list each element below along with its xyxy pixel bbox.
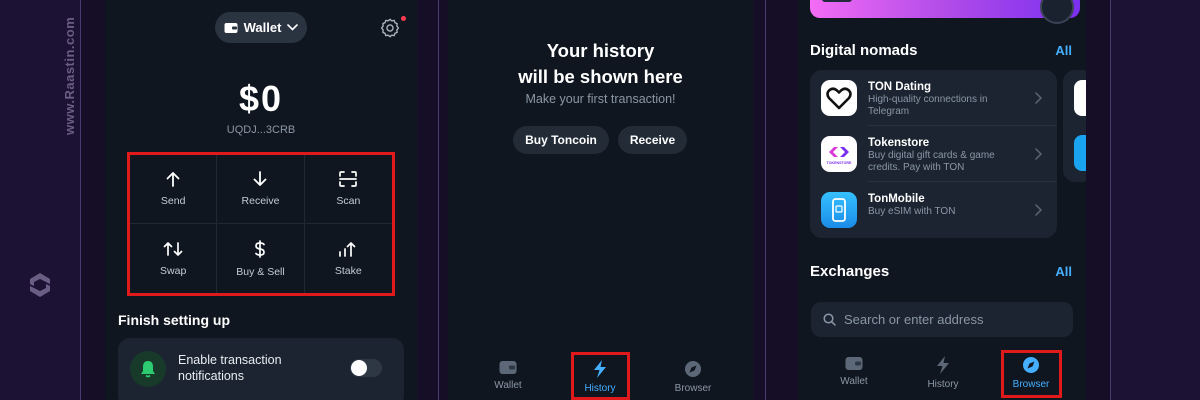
all-link-digital-nomads[interactable]: All <box>1055 43 1072 58</box>
arrow-up-icon <box>166 172 180 187</box>
scan-icon <box>339 171 358 187</box>
balance: $0 <box>238 78 284 119</box>
stake-label: Stake <box>334 264 362 277</box>
notification-toggle[interactable] <box>350 359 382 377</box>
divider-line <box>80 0 81 400</box>
notification-dot <box>401 16 406 21</box>
buy-toncoin-button[interactable]: Buy Toncoin <box>513 126 609 154</box>
browser-tab-highlight <box>1001 350 1062 398</box>
dollar-icon <box>255 239 266 258</box>
send-label: Send <box>160 195 186 207</box>
wallet-icon <box>845 357 863 370</box>
wallet-address[interactable]: UQDJ...3CRB <box>105 124 417 136</box>
section-title-exchanges: Exchanges <box>810 263 890 280</box>
chevron-down-icon <box>287 24 299 31</box>
chevron-right-icon <box>1035 92 1042 104</box>
tab-wallet[interactable]: Wallet <box>491 360 525 391</box>
chevron-right-icon <box>1035 204 1042 216</box>
stake-button[interactable]: Stake <box>305 224 392 293</box>
scan-label: Scan <box>336 195 361 207</box>
tab-browser[interactable]: Browser <box>672 360 714 394</box>
app-row-ton-dating[interactable]: TON Dating High-quality connections in T… <box>810 70 1057 126</box>
app-icon-partial <box>1074 135 1086 171</box>
tab-browser-label: Browser <box>674 383 712 394</box>
stake-icon <box>339 241 356 257</box>
swap-button[interactable]: Swap <box>130 224 218 293</box>
history-screen: Your history will be shown here Make you… <box>448 0 753 400</box>
app-row-tonmobile[interactable]: TonMobile Buy eSIM with TON <box>810 182 1057 238</box>
divider-line <box>1110 0 1111 400</box>
send-button[interactable]: Send <box>130 155 218 224</box>
buy-sell-label: Buy & Sell <box>236 265 285 278</box>
scan-button[interactable]: Scan <box>304 155 392 224</box>
bell-icon-container <box>130 351 166 387</box>
tab-wallet-label: Wallet <box>494 380 522 391</box>
swap-label: Swap <box>160 264 187 277</box>
wallet-icon <box>224 22 238 33</box>
history-tab-highlight <box>571 352 630 400</box>
bell-icon <box>141 361 155 378</box>
chevron-right-icon <box>1035 148 1042 160</box>
banner-coin-icon <box>1040 0 1074 24</box>
buy-sell-button[interactable]: Buy & Sell <box>217 224 305 293</box>
arrow-down-icon <box>254 171 267 186</box>
raastin-logo-icon <box>30 273 50 297</box>
watermark: www.Raastin.com <box>22 17 77 310</box>
wallet-selector-label: Wallet <box>243 20 282 35</box>
history-subtitle: Make your first transaction! <box>525 92 676 106</box>
section-title-digital-nomads: Digital nomads <box>810 42 918 59</box>
actions-highlight: Send Receive Scan Swap Buy & Sell Stake <box>127 152 395 296</box>
app-description: High-quality connections in Telegram <box>868 94 988 117</box>
lightning-icon <box>937 356 949 374</box>
tab-history[interactable]: History <box>925 356 961 390</box>
app-description: Buy digital gift cards & game credits. P… <box>868 150 995 173</box>
phone-icon <box>821 192 857 228</box>
wallet-icon <box>499 361 517 374</box>
watermark-text: www.Raastin.com <box>62 16 77 135</box>
tokenstore-logo-icon: TOKENSTORE <box>821 136 857 172</box>
heart-icon <box>821 80 857 116</box>
divider-line <box>765 0 766 400</box>
tab-history-label: History <box>927 379 959 390</box>
compass-icon <box>685 361 701 377</box>
search-placeholder: Search or enter address <box>844 312 984 327</box>
tab-wallet[interactable]: Wallet <box>837 356 871 387</box>
app-name: TonMobile <box>868 193 925 205</box>
history-title-line2: will be shown here <box>518 66 683 87</box>
notification-setting-card: Enable transaction notifications <box>118 338 404 400</box>
search-icon <box>823 313 836 326</box>
apps-list: TON Dating High-quality connections in T… <box>810 70 1057 238</box>
tab-wallet-label: Wallet <box>840 376 868 387</box>
gear-icon[interactable] <box>379 17 401 39</box>
banner-thumbnail <box>822 0 852 2</box>
app-name: Tokenstore <box>868 137 930 149</box>
swap-icon <box>163 241 183 256</box>
wallet-screen: Wallet $0 UQDJ...3CRB Send Receive Scan … <box>105 0 417 400</box>
app-icon-partial <box>1074 80 1086 116</box>
receive-button[interactable]: Receive <box>618 126 687 154</box>
wallet-selector[interactable]: Wallet <box>215 12 307 43</box>
tokenstore-logo-text: TOKENSTORE <box>827 161 852 165</box>
history-empty-title: Your history will be shown here <box>448 38 753 90</box>
receive-label: Receive <box>241 195 280 207</box>
search-input[interactable]: Search or enter address <box>811 302 1073 337</box>
notification-label: Enable transaction notifications <box>178 353 282 383</box>
toggle-knob <box>351 360 367 376</box>
app-description: Buy eSIM with TON <box>868 206 956 217</box>
all-link-exchanges[interactable]: All <box>1055 264 1072 279</box>
history-title-line1: Your history <box>546 40 655 61</box>
setup-section-title: Finish setting up <box>118 312 230 328</box>
app-name: TON Dating <box>868 81 932 93</box>
app-row-tokenstore[interactable]: TOKENSTORE Tokenstore Buy digital gift c… <box>810 126 1057 182</box>
receive-button[interactable]: Receive <box>217 155 305 224</box>
divider-line <box>438 0 439 400</box>
browser-screen: Digital nomads All TON Dating High-quali… <box>798 0 1086 400</box>
